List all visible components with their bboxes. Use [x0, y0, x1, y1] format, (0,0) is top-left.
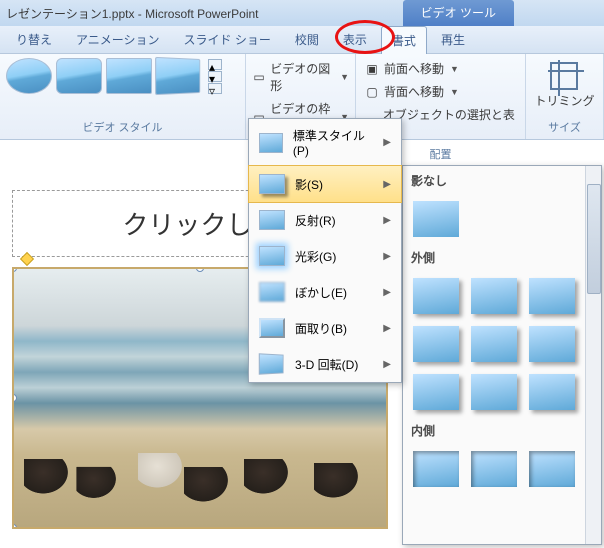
bevel-icon: [259, 318, 285, 338]
video-shape-label: ビデオの図形: [270, 60, 334, 94]
menu-item-shadow[interactable]: 影(S) ▶: [248, 165, 402, 203]
menu-item-label: 反射(R): [295, 212, 336, 229]
crop-label[interactable]: トリミング: [534, 92, 594, 109]
crop-icon: [550, 62, 578, 90]
tab-slideshow[interactable]: スライド ショー: [174, 26, 281, 53]
menu-item-bevel[interactable]: 面取り(B) ▶: [249, 310, 401, 346]
tab-animations[interactable]: アニメーション: [66, 26, 170, 53]
shadow-inner-label: 内側: [403, 416, 601, 445]
submenu-arrow-icon: ▶: [383, 287, 391, 298]
horse-silhouette: [76, 467, 119, 501]
gallery-scroll-down[interactable]: ▾: [208, 71, 222, 82]
soft-edges-icon: [259, 282, 285, 302]
tab-view[interactable]: 表示: [333, 26, 377, 53]
menu-item-soft-edges[interactable]: ぼかし(E) ▶: [249, 274, 401, 310]
send-backward-icon: ▢: [364, 84, 380, 100]
rotation-3d-icon: [259, 353, 284, 374]
tab-format[interactable]: 書式: [381, 26, 427, 54]
style-thumb-oval[interactable]: [6, 58, 52, 94]
shadow-option-inner[interactable]: [471, 451, 517, 487]
tab-transitions[interactable]: り替え: [6, 26, 62, 53]
horse-silhouette: [24, 459, 72, 497]
gallery-expand[interactable]: ▿: [208, 83, 222, 94]
menu-item-label: 影(S): [295, 176, 323, 193]
submenu-arrow-icon: ▶: [383, 251, 391, 262]
shadow-none-label: 影なし: [403, 166, 601, 195]
shadow-option-outer[interactable]: [529, 326, 575, 362]
window-title: レゼンテーション1.pptx - Microsoft PowerPoint: [0, 5, 259, 22]
reflection-icon: [259, 210, 285, 230]
tab-review[interactable]: 校閲: [285, 26, 329, 53]
horse-silhouette: [314, 463, 362, 501]
preset-icon: [259, 133, 283, 153]
menu-item-glow[interactable]: 光彩(G) ▶: [249, 238, 401, 274]
shadow-gallery-panel: 影なし 外側 内側: [402, 165, 602, 545]
menu-item-3d-rotation[interactable]: 3-D 回転(D) ▶: [249, 346, 401, 382]
video-styles-gallery[interactable]: ▴ ▾ ▿: [6, 58, 239, 94]
bring-forward-icon: ▣: [364, 61, 380, 77]
contextual-tab-video-tools[interactable]: ビデオ ツール: [403, 0, 514, 26]
menu-item-label: ぼかし(E): [295, 284, 347, 301]
ribbon-group-size: トリミング サイズ: [526, 54, 604, 139]
send-backward-button[interactable]: ▢ 背面へ移動▼: [360, 81, 521, 102]
gallery-scroll-up[interactable]: ▴: [208, 59, 222, 70]
resize-handle[interactable]: [12, 524, 17, 529]
bring-forward-label: 前面へ移動: [384, 60, 444, 77]
group-label-size: サイズ: [548, 117, 581, 135]
tab-playback[interactable]: 再生: [431, 26, 475, 53]
ribbon-group-video-styles: ▴ ▾ ▿ ビデオ スタイル: [0, 54, 246, 139]
shadow-option-outer[interactable]: [413, 374, 459, 410]
tab-bar: り替え アニメーション スライド ショー 校閲 表示 書式 再生: [0, 26, 604, 54]
menu-item-label: 標準スタイル(P): [293, 127, 373, 158]
shadow-option-outer[interactable]: [529, 374, 575, 410]
submenu-arrow-icon: ▶: [383, 323, 391, 334]
style-thumb-rect[interactable]: [106, 58, 152, 94]
menu-item-preset[interactable]: 標準スタイル(P) ▶: [249, 119, 401, 166]
style-thumb-rounded[interactable]: [56, 58, 102, 94]
glow-icon: [259, 246, 285, 266]
menu-item-reflection[interactable]: 反射(R) ▶: [249, 202, 401, 238]
submenu-arrow-icon: ▶: [383, 137, 391, 148]
menu-item-label: 光彩(G): [295, 248, 336, 265]
shadow-option-outer[interactable]: [529, 278, 575, 314]
group-label-styles: ビデオ スタイル: [6, 117, 239, 135]
shadow-option-outer[interactable]: [471, 326, 517, 362]
scrollbar-thumb[interactable]: [587, 184, 601, 294]
shadow-option-none[interactable]: [413, 201, 459, 237]
shadow-option-outer[interactable]: [413, 326, 459, 362]
menu-item-label: 面取り(B): [295, 320, 347, 337]
video-shape-button[interactable]: ▭ ビデオの図形▼: [248, 58, 353, 96]
shape-icon: ▭: [252, 69, 266, 85]
panel-scrollbar[interactable]: [585, 166, 601, 544]
shadow-icon: [259, 174, 285, 194]
video-effects-menu: 標準スタイル(P) ▶ 影(S) ▶ 反射(R) ▶ 光彩(G) ▶ ぼかし(E…: [248, 118, 402, 383]
shadow-option-outer[interactable]: [413, 278, 459, 314]
shadow-outer-label: 外側: [403, 243, 601, 272]
shadow-option-outer[interactable]: [471, 278, 517, 314]
horse-silhouette: [244, 459, 292, 497]
submenu-arrow-icon: ▶: [383, 215, 391, 226]
menu-item-label: 3-D 回転(D): [295, 356, 358, 373]
bring-forward-button[interactable]: ▣ 前面へ移動▼: [360, 58, 521, 79]
submenu-arrow-icon: ▶: [383, 179, 391, 190]
send-backward-label: 背面へ移動: [384, 83, 444, 100]
shadow-option-outer[interactable]: [471, 374, 517, 410]
shadow-option-inner[interactable]: [529, 451, 575, 487]
style-thumb-perspective[interactable]: [155, 57, 200, 95]
submenu-arrow-icon: ▶: [383, 359, 391, 370]
selection-pane-label: オブジェクトの選択と表示: [383, 106, 517, 140]
shadow-option-inner[interactable]: [413, 451, 459, 487]
title-bar: レゼンテーション1.pptx - Microsoft PowerPoint ビデ…: [0, 0, 604, 26]
horse-silhouette: [184, 467, 232, 505]
horse-silhouette: [138, 453, 186, 491]
